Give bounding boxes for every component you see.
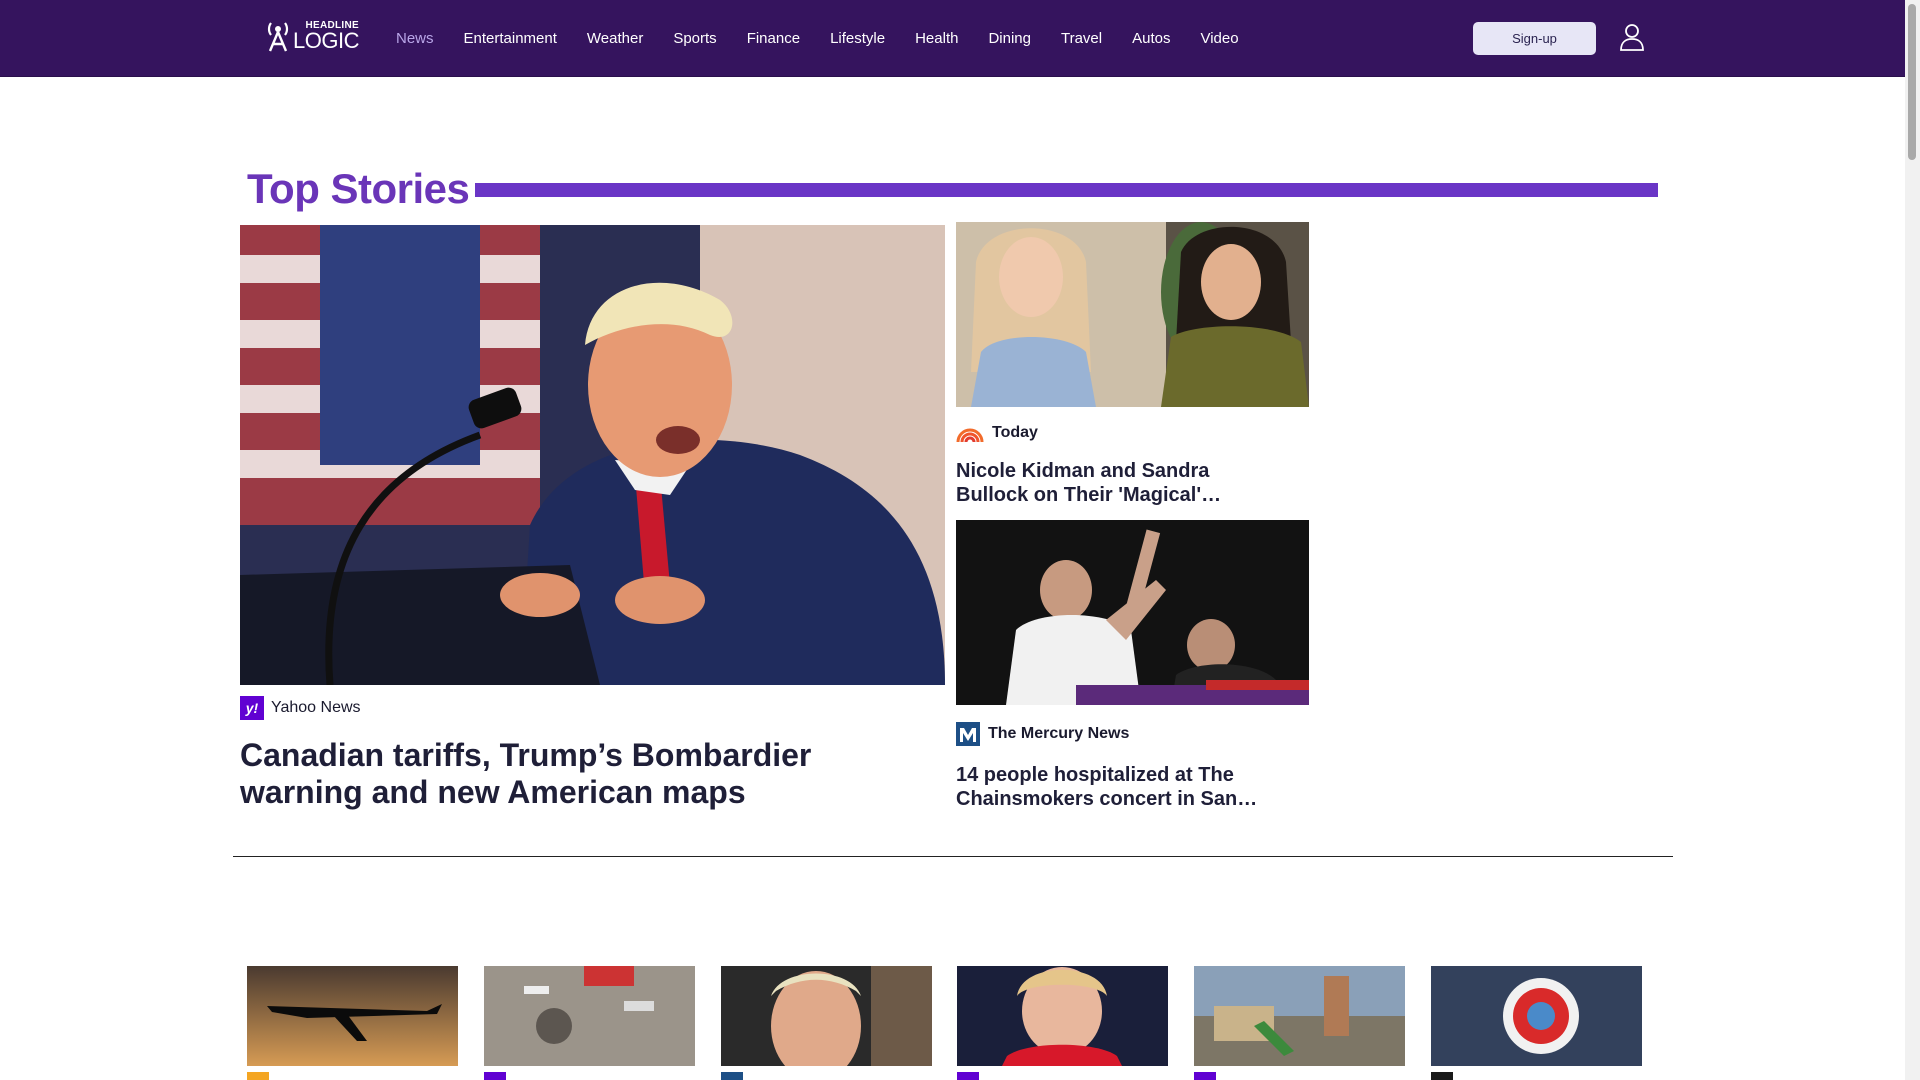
side-story-1-headline[interactable]: Nicole Kidman and Sandra Bullock on Thei…: [956, 459, 1286, 507]
nav-item-weather[interactable]: Weather: [587, 30, 643, 47]
nav-item-video[interactable]: Video: [1200, 30, 1238, 47]
site-logo[interactable]: HEADLINE LOGIC: [267, 18, 359, 54]
nav-item-entertainment[interactable]: Entertainment: [464, 30, 557, 47]
side-story-2-image[interactable]: [956, 520, 1309, 705]
nav-item-autos[interactable]: Autos: [1132, 30, 1170, 47]
nav-item-news[interactable]: News: [396, 30, 434, 47]
thumb-1-source-icon: [247, 1072, 269, 1080]
thumb-3-source-icon: [721, 1072, 743, 1080]
side-story-1-image[interactable]: [956, 222, 1309, 407]
thumb-5-source-icon: [1194, 1072, 1216, 1080]
story-thumbnail-2[interactable]: [484, 966, 695, 1066]
story-thumbnail-5[interactable]: [1194, 966, 1405, 1066]
section-title: Top Stories: [247, 165, 470, 212]
today-rainbow-icon: [956, 428, 984, 442]
signup-button[interactable]: Sign-up: [1473, 22, 1596, 55]
yahoo-icon: y!: [240, 696, 264, 720]
nav-item-travel[interactable]: Travel: [1061, 30, 1102, 47]
nav-item-health[interactable]: Health: [915, 30, 958, 47]
main-nav: News Entertainment Weather Sports Financ…: [396, 0, 1269, 76]
side-story-2-source-name: The Mercury News: [988, 725, 1130, 742]
story-thumbnail-1[interactable]: [247, 966, 458, 1066]
nav-item-lifestyle[interactable]: Lifestyle: [830, 30, 885, 47]
section-title-rule: [475, 183, 1658, 197]
side-story-2-headline[interactable]: 14 people hospitalized at The Chainsmoke…: [956, 763, 1286, 811]
scrollbar-thumb[interactable]: [1908, 4, 1916, 160]
top-navigation-bar: HEADLINE LOGIC News Entertainment Weathe…: [0, 0, 1905, 77]
story-thumbnail-6[interactable]: [1431, 966, 1642, 1066]
lead-source-name: Yahoo News: [271, 699, 361, 716]
story-thumbnail-4[interactable]: [957, 966, 1168, 1066]
nav-item-sports[interactable]: Sports: [673, 30, 716, 47]
thumb-6-source-icon: [1431, 1072, 1453, 1080]
thumb-2-source-icon: [484, 1072, 506, 1080]
logo-antenna-icon: [267, 22, 289, 52]
story-thumbnail-3[interactable]: [721, 966, 932, 1066]
mercury-news-icon: [956, 722, 980, 746]
side-story-2-source[interactable]: The Mercury News: [956, 722, 1129, 746]
lead-story-image[interactable]: [240, 225, 945, 685]
logo-text-big: LOGIC: [293, 27, 359, 53]
user-icon[interactable]: [1617, 22, 1647, 52]
section-divider: [233, 856, 1673, 857]
lead-story-headline[interactable]: Canadian tariffs, Trump’s Bombardier war…: [240, 737, 860, 811]
nav-item-finance[interactable]: Finance: [747, 30, 800, 47]
lead-story-source[interactable]: y! Yahoo News: [240, 696, 361, 720]
scrollbar-track[interactable]: [1905, 0, 1920, 1080]
thumb-4-source-icon: [957, 1072, 979, 1080]
side-story-1-source-name: Today: [992, 424, 1038, 441]
side-story-1-source[interactable]: Today: [956, 421, 1038, 445]
nav-item-dining[interactable]: Dining: [988, 30, 1031, 47]
